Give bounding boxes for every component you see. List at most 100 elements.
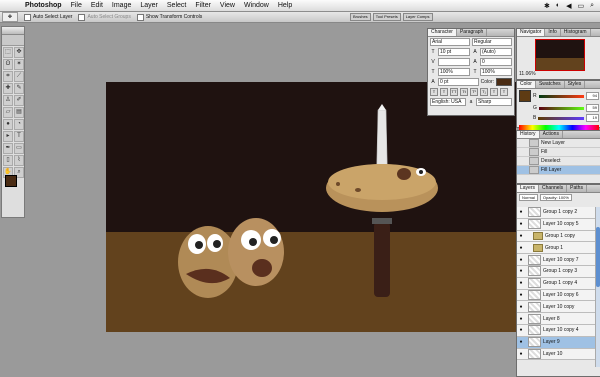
clone-stamp-icon[interactable]: ♙ [3,95,13,106]
type-tool-icon[interactable]: T [14,131,24,142]
kerning-field[interactable] [438,58,470,66]
visibility-eye-icon[interactable]: ● [517,257,525,263]
layer-row[interactable]: ● Layer 9 [517,336,595,349]
layer-row[interactable]: ● Layer 10 copy 7 [517,254,595,266]
strikethrough-button[interactable]: T [500,88,508,96]
dock-tab-brushes[interactable]: Brushes [350,13,371,21]
visibility-eye-icon[interactable]: ● [517,292,525,298]
pen-tool-icon[interactable]: ✒ [3,143,13,154]
tab-paragraph[interactable]: Paragraph [457,29,488,36]
dock-tab-layer-comps[interactable]: Layer Comps [402,13,433,21]
battery-icon[interactable]: ▭ [577,2,584,10]
layer-row[interactable]: ● Layer 10 copy 4 [517,324,595,337]
tab-styles[interactable]: Styles [565,81,586,88]
volume-icon[interactable]: ◀ [566,2,571,10]
tab-channels[interactable]: Channels [539,185,568,192]
path-select-icon[interactable]: ▸ [3,131,13,142]
all-caps-button[interactable]: TT [450,88,458,96]
tab-paths[interactable]: Paths [567,185,587,192]
scroll-thumb[interactable] [596,227,600,287]
vertical-scale-field[interactable]: 100% [438,68,470,76]
faux-italic-button[interactable]: T [440,88,448,96]
tab-histogram[interactable]: Histogram [561,29,591,36]
tab-color[interactable]: Color [517,81,536,88]
menu-edit[interactable]: Edit [91,0,103,11]
antialias-select[interactable]: Sharp [476,98,512,106]
layer-row[interactable]: ● Layer 10 copy 6 [517,289,595,302]
font-size-field[interactable]: 10 pt [438,48,470,56]
visibility-eye-icon[interactable]: ● [517,316,525,322]
layer-row[interactable]: ● Group 1 copy 2 [517,207,595,219]
visibility-eye-icon[interactable]: ● [517,268,525,274]
marquee-tool-icon[interactable]: ⬚ [3,47,13,58]
history-item[interactable]: New Layer [517,139,600,148]
underline-button[interactable]: T [490,88,498,96]
font-style-select[interactable]: Regular [472,38,512,46]
menu-select[interactable]: Select [167,0,186,11]
sync-icon[interactable]: ◐ [556,2,560,9]
tab-history[interactable]: History [517,131,540,138]
r-slider[interactable] [538,94,584,98]
g-slider[interactable] [538,106,584,110]
crop-tool-icon[interactable]: ⌗ [3,71,13,82]
layer-row[interactable]: ● Group 1 copy [517,230,595,243]
tab-character[interactable]: Character [428,29,457,36]
eyedropper-icon[interactable]: ⌇ [14,155,24,166]
visibility-eye-icon[interactable]: ● [517,280,525,286]
blend-mode-select[interactable]: Normal [519,194,538,201]
font-family-select[interactable]: Arial [430,38,470,46]
visibility-eye-icon[interactable]: ● [517,351,525,357]
lasso-tool-icon[interactable]: ʘ [3,59,13,70]
visibility-eye-icon[interactable]: ● [517,327,525,333]
text-color-swatch[interactable] [496,78,512,86]
dock-tab-tool-presets[interactable]: Tool Presets [372,13,401,21]
visibility-eye-icon[interactable]: ● [517,209,525,215]
history-brush-icon[interactable]: ✐ [14,95,24,106]
toolbox-header[interactable] [2,27,24,35]
layer-row[interactable]: ● Layer 10 copy 5 [517,218,595,231]
visibility-eye-icon[interactable]: ● [517,221,525,227]
visibility-eye-icon[interactable]: ● [517,339,525,345]
tab-actions[interactable]: Actions [540,131,563,138]
tab-info[interactable]: Info [545,29,561,36]
visibility-eye-icon[interactable]: ● [517,304,525,310]
layer-row[interactable]: ● Layer 10 [517,348,595,361]
auto-select-groups-checkbox[interactable] [78,13,86,21]
shape-tool-icon[interactable]: ▭ [14,143,24,154]
menu-view[interactable]: View [220,0,235,11]
brush-tool-icon[interactable]: ✎ [14,83,24,94]
menu-filter[interactable]: Filter [195,0,211,11]
opacity-field[interactable]: Opacity: 100% [539,194,572,201]
language-select[interactable]: English: USA [430,98,466,106]
tab-layers[interactable]: Layers [517,185,540,192]
g-value[interactable]: 59 [586,104,599,112]
menu-help[interactable]: Help [278,0,292,11]
healing-brush-icon[interactable]: ✚ [3,83,13,94]
gradient-tool-icon[interactable]: ▤ [14,107,24,118]
navigator-zoom[interactable]: 11.06% [519,71,536,77]
baseline-field[interactable]: 0 pt [438,78,479,86]
show-transform-checkbox[interactable] [136,13,144,21]
b-value[interactable]: 19 [586,114,599,122]
tracking-field[interactable]: 0 [480,58,512,66]
menu-file[interactable]: File [71,0,82,11]
leading-field[interactable]: (Auto) [480,48,512,56]
layer-row[interactable]: ● Group 1 [517,242,595,255]
layer-row[interactable]: ● Group 1 copy 4 [517,277,595,290]
photoshop-logo[interactable] [2,35,24,46]
visibility-eye-icon[interactable]: ● [517,233,525,239]
navigator-thumbnail[interactable] [535,39,585,71]
document-canvas[interactable] [106,82,516,332]
menu-layer[interactable]: Layer [140,0,158,11]
dodge-tool-icon[interactable]: ◔ [14,119,24,130]
move-tool-icon[interactable]: ✥ [2,12,18,22]
tab-navigator[interactable]: Navigator [517,29,546,36]
history-item[interactable]: Fill Layer [517,166,600,175]
foreground-color-swatch[interactable] [5,175,17,187]
layer-row[interactable]: ● Layer 10 copy [517,301,595,314]
bluetooth-icon[interactable]: ✱ [544,2,550,10]
move-tool-icon[interactable]: ✥ [14,47,24,58]
small-caps-button[interactable]: Tt [460,88,468,96]
menu-window[interactable]: Window [244,0,269,11]
menu-image[interactable]: Image [112,0,131,11]
